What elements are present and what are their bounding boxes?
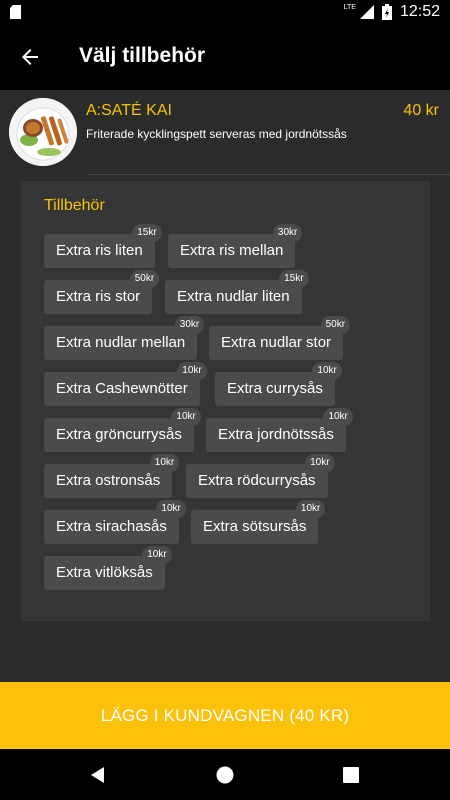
nav-back-button[interactable] — [82, 759, 114, 791]
option-chip[interactable]: Extra nudlar liten 15kr — [165, 270, 309, 314]
option-label: Extra vitlöksås — [56, 564, 153, 581]
option-label: Extra currysås — [227, 380, 323, 397]
option-chip[interactable]: Extra ris stor 50kr — [44, 270, 160, 314]
option-chip[interactable]: Extra ris mellan 30kr — [168, 224, 303, 268]
product-price: 40 kr — [403, 102, 439, 119]
price-badge: 30kr — [272, 224, 303, 242]
option-chip[interactable]: Extra currysås 10kr — [215, 362, 342, 406]
option-label: Extra sötsursås — [203, 518, 307, 535]
signal-icon — [359, 5, 374, 19]
price-badge: 10kr — [171, 408, 201, 426]
option-chip[interactable]: Extra gröncurrysås 10kr — [44, 408, 201, 452]
sd-card-icon — [10, 5, 21, 19]
option-label: Extra ris liten — [56, 242, 143, 259]
option-label: Extra sirachasås — [56, 518, 167, 535]
option-chip[interactable]: Extra ostronsås 10kr — [44, 454, 180, 498]
accessories-panel: Tillbehör Extra ris liten 15kr Extra ris… — [21, 181, 430, 621]
price-badge: 10kr — [149, 454, 180, 472]
option-label: Extra ris mellan — [180, 242, 284, 259]
option-label: Extra gröncurrysås — [56, 426, 182, 443]
nav-home-button[interactable] — [209, 759, 241, 791]
app-bar: Välj tillbehör — [0, 24, 450, 90]
clock: 12:52 — [399, 3, 440, 20]
option-label: Extra nudlar mellan — [56, 334, 186, 351]
add-to-cart-button[interactable]: LÄGG I KUNDVAGNEN (40 KR) — [0, 682, 450, 749]
product-description: Friterade kycklingspett serveras med jor… — [86, 127, 347, 141]
price-badge: 50kr — [129, 270, 160, 288]
option-label: Extra jordnötssås — [218, 426, 334, 443]
price-badge: 10kr — [305, 454, 335, 472]
status-bar: LTE 12:52 — [0, 0, 450, 24]
back-button[interactable] — [10, 37, 50, 77]
square-recents-icon — [343, 767, 359, 783]
option-chip[interactable]: Extra sötsursås 10kr — [191, 500, 326, 544]
option-label: Extra nudlar liten — [177, 288, 290, 305]
price-badge: 10kr — [295, 500, 326, 518]
option-chip[interactable]: Extra jordnötssås 10kr — [206, 408, 353, 452]
arrow-back-icon — [22, 49, 38, 65]
page-title: Välj tillbehör — [79, 44, 206, 67]
option-label: Extra ris stor — [56, 288, 141, 305]
option-chip[interactable]: Extra nudlar stor 50kr — [209, 316, 351, 360]
price-badge: 10kr — [312, 362, 342, 380]
product-header: A:SATÉ KAI 40 kr Friterade kycklingspett… — [0, 90, 450, 176]
option-label: Extra Cashewnötter — [56, 380, 188, 397]
price-badge: 50kr — [320, 316, 351, 334]
price-badge: 15kr — [132, 224, 162, 242]
sate-dish-image — [9, 98, 77, 166]
option-label: Extra nudlar stor — [221, 334, 332, 351]
section-title: Tillbehör — [44, 197, 105, 214]
option-label: Extra ostronsås — [56, 472, 161, 489]
price-badge: 15kr — [279, 270, 309, 288]
option-chip[interactable]: Extra rödcurrysås 10kr — [186, 454, 335, 498]
content-area: A:SATÉ KAI 40 kr Friterade kycklingspett… — [0, 90, 450, 682]
triangle-back-icon — [91, 767, 104, 783]
product-name: A:SATÉ KAI — [86, 102, 172, 119]
product-image — [9, 98, 77, 166]
circle-home-icon — [216, 766, 234, 784]
nav-recents-button[interactable] — [335, 759, 367, 791]
price-badge: 10kr — [142, 546, 172, 564]
option-chip[interactable]: Extra Cashewnötter 10kr — [44, 362, 207, 406]
system-nav-bar — [0, 749, 450, 800]
option-chip[interactable]: Extra ris liten 15kr — [44, 224, 162, 268]
network-type: LTE — [343, 3, 356, 11]
option-chip[interactable]: Extra sirachasås 10kr — [44, 500, 186, 544]
price-badge: 30kr — [174, 316, 205, 334]
divider — [88, 174, 450, 175]
option-label: Extra rödcurrysås — [198, 472, 316, 489]
price-badge: 10kr — [177, 362, 207, 380]
price-badge: 10kr — [323, 408, 353, 426]
option-chip[interactable]: Extra vitlöksås 10kr — [44, 546, 172, 590]
battery-icon — [381, 4, 392, 20]
option-chip[interactable]: Extra nudlar mellan 30kr — [44, 316, 205, 360]
price-badge: 10kr — [156, 500, 186, 518]
